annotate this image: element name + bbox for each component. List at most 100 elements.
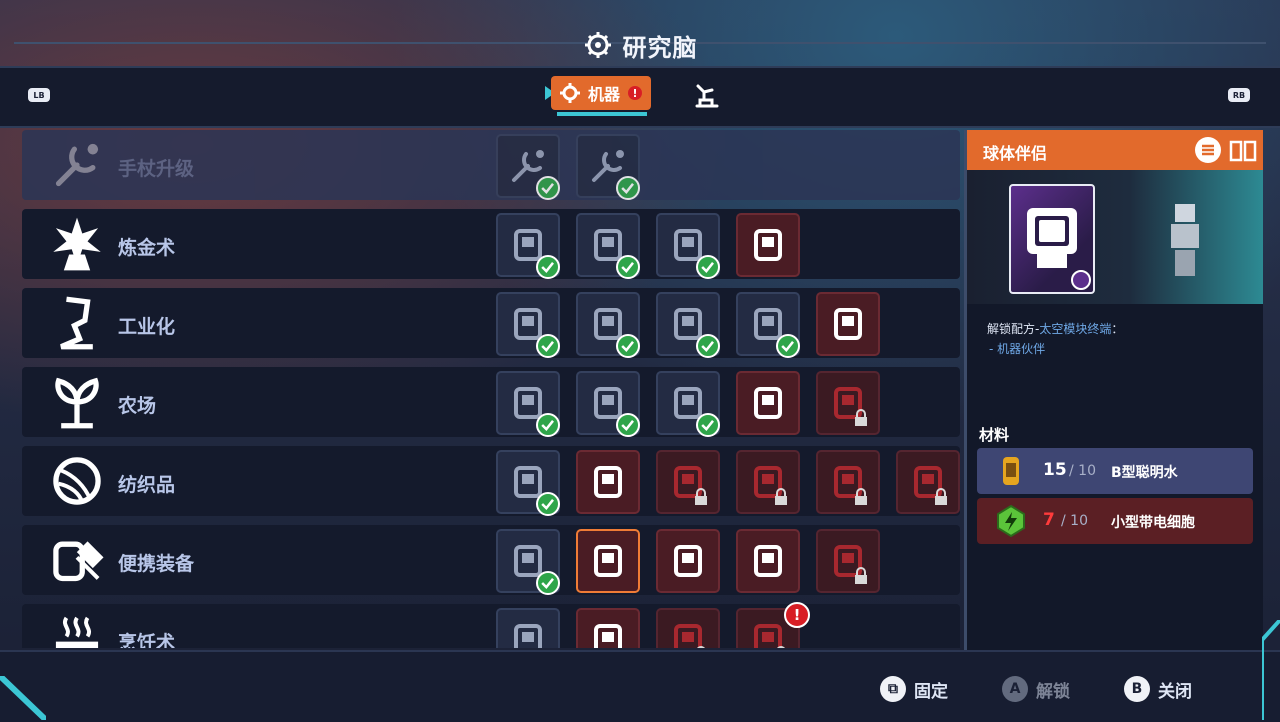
view-button-icon: ⧉	[880, 676, 906, 702]
recipe-slot[interactable]	[656, 608, 720, 648]
recipe-slot[interactable]	[496, 608, 560, 648]
header: 研究脑	[0, 24, 1280, 66]
recipe-slot[interactable]	[496, 371, 560, 437]
lock-icon	[697, 646, 705, 648]
material-row: 15 / 10 B型聪明水	[977, 448, 1253, 494]
arm-icon[interactable]	[692, 80, 722, 110]
lock-icon	[695, 488, 707, 505]
category-row: 手杖升级	[22, 130, 960, 200]
brain-icon	[584, 32, 611, 58]
gears-icon	[834, 308, 862, 340]
recipe-slot[interactable]	[816, 371, 880, 435]
category-row: 炼金术	[22, 209, 960, 279]
recipe-slot[interactable]	[496, 213, 560, 279]
recipe-slot[interactable]	[736, 292, 800, 358]
recipe-slot[interactable]	[496, 292, 560, 358]
list-icon[interactable]	[1195, 137, 1221, 163]
gear-icon	[559, 83, 580, 103]
checkmark-icon	[696, 413, 720, 437]
unlock-hint[interactable]: A 解锁	[1002, 676, 1070, 702]
recipe-slot[interactable]	[576, 371, 640, 437]
recipe-slot[interactable]	[736, 529, 800, 593]
recipe-slot[interactable]	[576, 450, 640, 514]
tab-machines[interactable]: 机器 !	[551, 76, 651, 110]
lock-icon	[935, 488, 947, 505]
recipe-slot[interactable]: !	[736, 602, 810, 648]
canister-icon	[674, 545, 702, 577]
checkmark-icon	[536, 176, 560, 200]
close-hint[interactable]: B 关闭	[1124, 676, 1192, 702]
lock-icon	[775, 488, 787, 505]
category-row: 烹饪术!	[22, 602, 960, 648]
recipe-slot[interactable]	[576, 213, 640, 279]
recipe-slot[interactable]	[496, 134, 560, 200]
category-row: 纺织品	[22, 446, 960, 516]
recipe-slot[interactable]	[576, 608, 640, 648]
orb-companion-card	[1009, 184, 1095, 294]
corner-decoration-right	[1262, 620, 1280, 720]
pin-label: 固定	[914, 681, 948, 702]
detail-header: 球体伴侣	[967, 130, 1263, 170]
category-name: 烹饪术	[118, 632, 176, 648]
recipe-slot[interactable]	[656, 450, 720, 514]
recipe-slot[interactable]	[816, 292, 880, 356]
recipe-slot[interactable]	[816, 529, 880, 593]
recipe-slot[interactable]	[896, 450, 960, 514]
category-row: 农场	[22, 367, 960, 437]
smart-water-icon	[1003, 457, 1019, 485]
book-icon[interactable]	[1229, 138, 1257, 162]
checkmark-icon	[536, 334, 560, 358]
category-name: 炼金术	[118, 237, 176, 259]
recipe-list: 手杖升级炼金术工业化农场纺织品便携装备烹饪术!	[20, 126, 964, 648]
item-preview	[967, 170, 1263, 304]
recipe-slot[interactable]	[576, 134, 640, 200]
recipe-slot[interactable]	[656, 371, 720, 437]
forge-icon	[60, 296, 93, 350]
recipe-slot[interactable]	[656, 292, 720, 358]
lock-icon	[855, 567, 867, 584]
unlock-recipe-text: 解锁配方-太空模块终端：	[987, 320, 1123, 337]
category-row: 便携装备	[22, 525, 960, 595]
recipe-slot[interactable]	[816, 450, 880, 514]
steaming-pot-icon	[55, 616, 99, 648]
charged-cell-icon	[997, 504, 1025, 538]
category-name: 便携装备	[118, 553, 195, 575]
recipe-slot[interactable]	[656, 529, 720, 593]
checkmark-icon	[536, 492, 560, 516]
lock-icon	[855, 409, 867, 426]
yarn-cloth-icon	[594, 466, 622, 498]
checkmark-icon	[696, 334, 720, 358]
checkmark-icon	[536, 413, 560, 437]
recipe-slot[interactable]	[496, 450, 560, 516]
recipe-slot[interactable]	[736, 371, 800, 435]
fridge-icon	[594, 624, 622, 648]
orb-companion-icon	[1027, 208, 1091, 290]
shelf-icon	[754, 624, 782, 648]
recipe-slot[interactable]	[656, 213, 720, 279]
recipe-slot[interactable]	[576, 292, 640, 358]
material-name: 小型带电细胞	[1111, 515, 1195, 531]
checkmark-icon	[616, 255, 640, 279]
recipe-slot[interactable]	[736, 450, 800, 514]
material-need: / 10	[1061, 513, 1088, 529]
unlock-prefix: 解锁配方-	[987, 322, 1040, 336]
close-label: 关闭	[1158, 681, 1192, 702]
checkmark-icon	[616, 413, 640, 437]
stove-icon	[514, 624, 542, 648]
category-name: 工业化	[118, 316, 176, 338]
material-need: / 10	[1069, 463, 1096, 479]
checkmark-icon	[536, 255, 560, 279]
material-have: 15	[1043, 460, 1067, 480]
pin-hint[interactable]: ⧉ 固定	[880, 676, 948, 702]
unlock-label: 解锁	[1036, 681, 1070, 702]
recipe-slot[interactable]	[736, 213, 800, 277]
unlock-link[interactable]: 太空模块终端	[1039, 322, 1111, 336]
lb-button[interactable]: LB	[28, 88, 50, 102]
category-row: 工业化	[22, 288, 960, 358]
rb-button[interactable]: RB	[1228, 88, 1250, 102]
tab-alert-badge: !	[628, 86, 642, 100]
a-button-icon: A	[1002, 676, 1028, 702]
recipe-slot[interactable]	[496, 529, 560, 595]
material-row: 7 / 10 小型带电细胞	[977, 498, 1253, 544]
recipe-slot[interactable]	[576, 529, 640, 593]
